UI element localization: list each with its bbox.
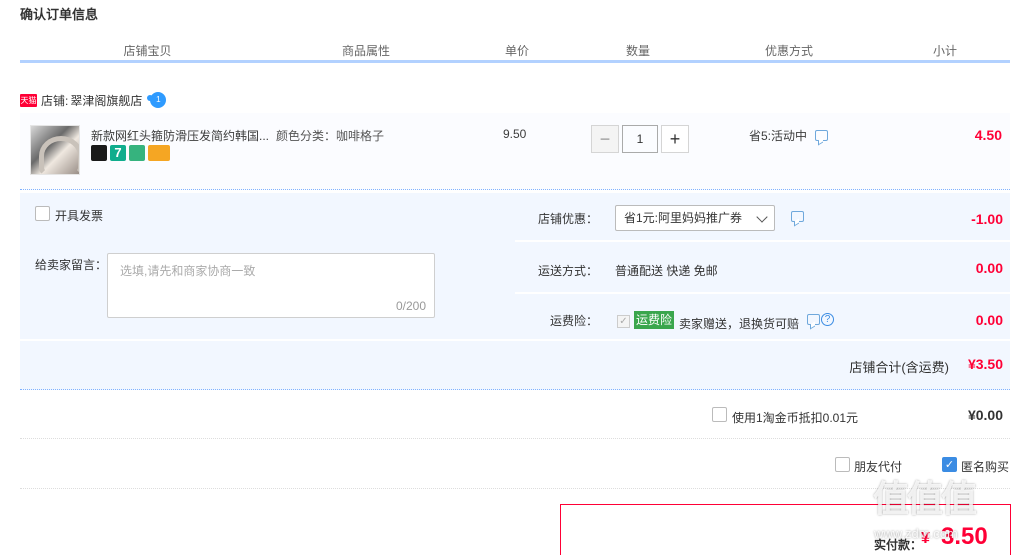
item-promotion-text: 省5:活动中: [749, 129, 808, 143]
shop-total-value: ¥3.50: [967, 356, 1003, 372]
shipping-method: 普通配送 快递 免邮: [615, 264, 718, 278]
shipping-amount: 0.00: [975, 260, 1003, 276]
watermark-logo: 值值值: [873, 478, 977, 519]
shop-discount-select[interactable]: 省1元:阿里妈妈推广券: [615, 205, 775, 231]
guarantee-icon[interactable]: [129, 145, 145, 161]
shop-total-label: 店铺合计(含运费): [849, 360, 949, 375]
divider: [20, 339, 1010, 341]
item-title-link[interactable]: 新款网红头箍防滑压发简约韩国...: [91, 127, 271, 144]
tmall-cat-icon[interactable]: [91, 145, 107, 161]
chat-icon[interactable]: 1: [147, 92, 167, 108]
coin-label[interactable]: 使用1淘金币抵扣0.01元: [732, 409, 858, 426]
memo-char-counter: 0/200: [395, 299, 426, 313]
shop-name-link[interactable]: 翠津阁旗舰店: [70, 92, 142, 109]
shop-row: 天猫 店铺: 翠津阁旗舰店 1: [20, 92, 167, 109]
memo-textarea[interactable]: 选填,请先和商家协商一致 0/200: [107, 253, 435, 318]
item-service-icons: 7: [91, 145, 170, 161]
page-title: 确认订单信息: [20, 7, 99, 22]
insurance-help: ?: [807, 313, 834, 326]
shop-discount-label: 店铺优惠：: [537, 212, 598, 226]
quantity-decrease-button[interactable]: −: [591, 125, 619, 153]
insurance-checkbox: ✓: [617, 315, 630, 328]
watermark-url: www.zdm.com: [874, 526, 958, 541]
quantity-increase-button[interactable]: +: [661, 125, 689, 153]
item-attribute-label: 颜色分类: [276, 129, 336, 143]
friend-pay-checkbox[interactable]: [835, 457, 850, 472]
card-payment-icon[interactable]: [148, 145, 170, 161]
item-attribute-value: 咖啡格子: [336, 129, 385, 143]
coin-value: ¥0.00: [967, 407, 1003, 423]
coin-checkbox[interactable]: [712, 407, 727, 422]
divider: [515, 292, 1010, 294]
memo-label: 给卖家留言：: [35, 258, 108, 272]
invoice-checkbox[interactable]: [35, 206, 50, 221]
insurance-label: 运费险：: [549, 314, 598, 328]
divider: [515, 240, 1010, 242]
payment-options-row: 朋友代付 ✓ 匿名购买: [20, 440, 1010, 489]
tmall-logo-icon: 天猫: [20, 93, 37, 107]
insurance-tag: 运费险: [634, 311, 675, 329]
shop-label: 店铺:: [41, 93, 69, 108]
order-item-row: 新款网红头箍防滑压发简约韩国... 7 颜色分类咖啡格子 9.50 − 1 + …: [20, 113, 1010, 190]
message-icon[interactable]: [815, 130, 829, 141]
seven-day-return-icon[interactable]: 7: [110, 145, 126, 161]
insurance-text: 卖家赠送，退换货可赔: [679, 317, 800, 331]
memo-placeholder: 选填,请先和商家协商一致: [120, 264, 256, 278]
chevron-down-icon: [756, 211, 768, 223]
shipping-label: 运送方式：: [537, 264, 598, 278]
shop-discount-amount: -1.00: [971, 211, 1003, 227]
shop-discount-selected: 省1元:阿里妈妈推广券: [624, 211, 743, 225]
insurance-amount: 0.00: [975, 312, 1003, 328]
order-options-panel: 开具发票 给卖家留言： 选填,请先和商家协商一致 0/200 店铺优惠： 省1元…: [20, 193, 1010, 390]
item-subtotal: 4.50: [974, 127, 1002, 143]
coin-row: 使用1淘金币抵扣0.01元 ¥0.00: [20, 392, 1010, 439]
message-icon[interactable]: [807, 314, 820, 325]
quantity-stepper: − 1 +: [591, 125, 689, 153]
message-icon[interactable]: [791, 211, 804, 222]
help-icon[interactable]: ?: [821, 313, 834, 326]
item-promotion: 省5:活动中: [749, 127, 829, 144]
item-unit-price: 9.50: [503, 127, 527, 141]
column-header-bar: [20, 60, 1010, 63]
invoice-label[interactable]: 开具发票: [55, 207, 103, 224]
quantity-input[interactable]: 1: [622, 125, 658, 153]
item-thumbnail[interactable]: [30, 125, 80, 175]
item-attribute: 颜色分类咖啡格子: [276, 127, 384, 144]
